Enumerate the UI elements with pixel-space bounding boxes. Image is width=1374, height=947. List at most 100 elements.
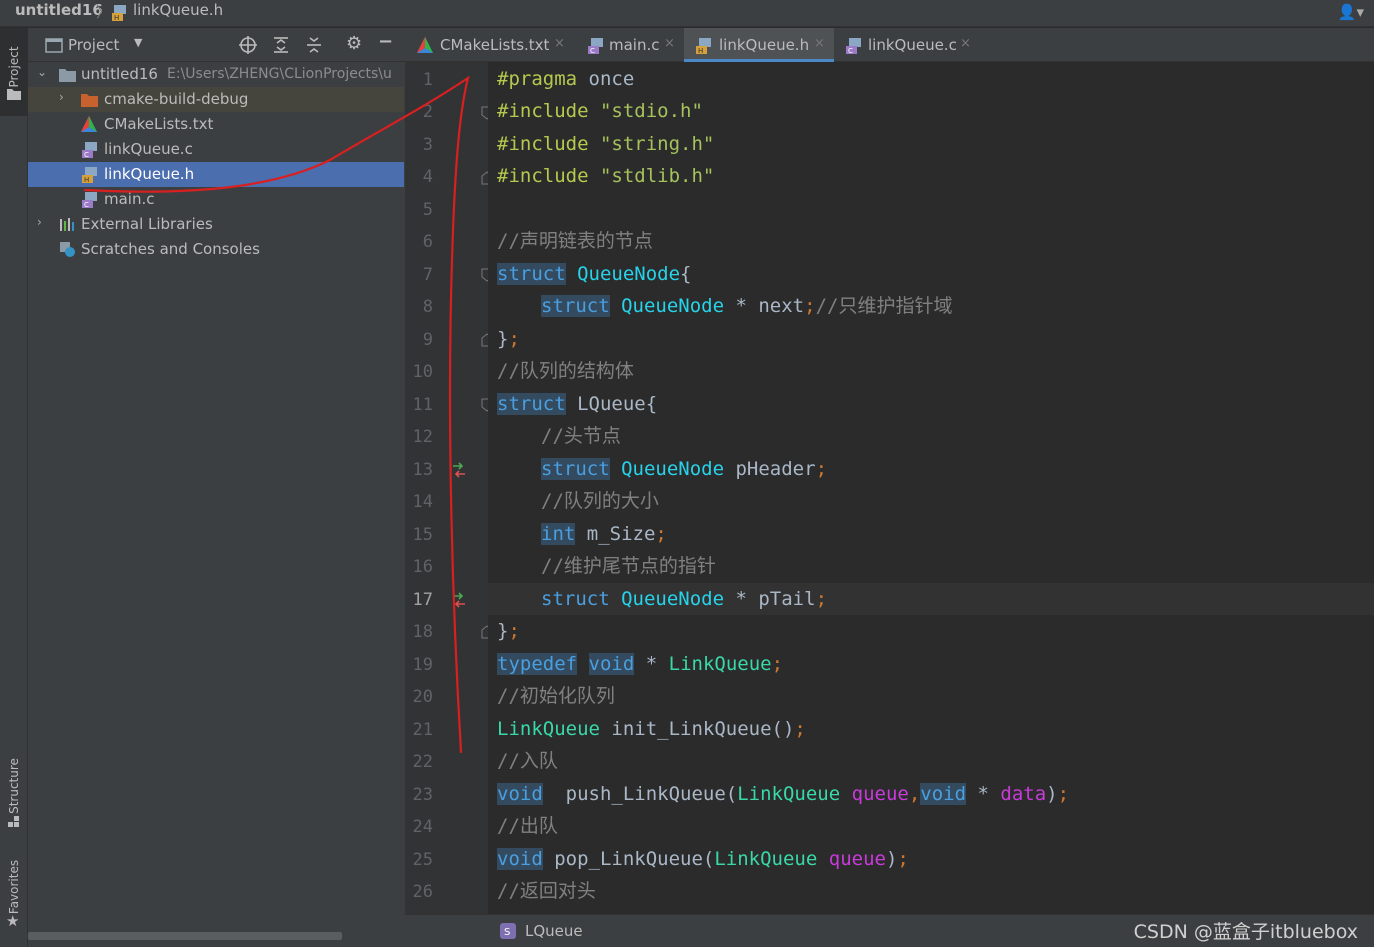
code-line-1[interactable]: #pragma once <box>497 64 634 94</box>
close-icon[interactable]: × <box>960 36 971 51</box>
code-line-2[interactable]: #include "stdio.h" <box>497 96 703 126</box>
tree-item-linkqueue-c[interactable]: C linkQueue.c <box>28 137 404 162</box>
user-account-icon[interactable]: 👤▾ <box>1338 3 1364 21</box>
line-number: 12 <box>412 427 433 447</box>
line-number: 13 <box>412 460 433 480</box>
tree-item-external-libraries[interactable]: › External Libraries <box>28 212 404 237</box>
chevron-down-icon[interactable]: ⌄ <box>37 65 47 79</box>
navigation-bar: untitled16 〉 H linkQueue.h 👤▾ <box>0 0 1374 27</box>
code-line-18[interactable]: }; <box>497 616 520 646</box>
svg-text:H: H <box>698 47 703 54</box>
code-line-17[interactable]: struct QueueNode * pTail; <box>541 584 827 614</box>
project-tool-tab[interactable]: Project <box>0 28 28 116</box>
h-file-icon: H <box>82 167 97 183</box>
line-number: 9 <box>422 330 433 350</box>
code-line-13[interactable]: struct QueueNode pHeader; <box>541 454 827 484</box>
project-view-title[interactable]: Project <box>68 36 119 54</box>
tree-item-cmake-build-debug[interactable]: › cmake-build-debug <box>28 87 404 112</box>
tree-item-scratches[interactable]: Scratches and Consoles <box>28 237 404 262</box>
code-line-4[interactable]: #include "stdlib.h" <box>497 161 714 191</box>
close-icon[interactable]: × <box>664 36 675 51</box>
breadcrumb-separator: 〉 <box>96 3 112 21</box>
code-line-19[interactable]: typedef void * LinkQueue; <box>497 649 783 679</box>
project-tool-label: Project <box>7 46 21 88</box>
hide-panel-icon[interactable]: − <box>378 31 393 52</box>
code-line-23[interactable]: void push_LinkQueue(LinkQueue queue,void… <box>497 779 1069 809</box>
orange-folder-icon <box>81 94 98 107</box>
folder-icon <box>7 89 21 100</box>
line-number: 26 <box>412 882 433 902</box>
c-file-icon: C <box>588 38 603 54</box>
horizontal-scrollbar[interactable] <box>28 932 342 940</box>
breadcrumb-project[interactable]: untitled16 <box>15 1 103 19</box>
line-number: 10 <box>412 362 433 382</box>
library-icon <box>60 218 74 231</box>
code-line-24[interactable]: //出队 <box>497 811 558 841</box>
code-line-22[interactable]: //入队 <box>497 746 558 776</box>
context-struct[interactable]: LQueue <box>525 922 583 940</box>
structure-tool-tab[interactable]: Structure <box>0 743 28 833</box>
project-panel: Project ▼ ⚙ − ⌄ untitled16 E:\Users\ZHEN… <box>28 28 405 947</box>
svg-text:C: C <box>84 201 89 208</box>
line-number: 6 <box>422 232 433 252</box>
tree-item-label: Scratches and Consoles <box>81 240 260 258</box>
code-line-11[interactable]: struct LQueue{ <box>497 389 657 419</box>
tree-item-main-c[interactable]: C main.c <box>28 187 404 212</box>
watermark: CSDN @蓝盒子itbluebox <box>1133 921 1358 943</box>
code-line-26[interactable]: //返回对头 <box>497 876 596 906</box>
code-line-15[interactable]: int m_Size; <box>541 519 667 549</box>
expand-all-icon[interactable] <box>272 36 290 54</box>
code-line-25[interactable]: void pop_LinkQueue(LinkQueue queue); <box>497 844 909 874</box>
tree-item-linkqueue-h[interactable]: H linkQueue.h <box>28 162 404 187</box>
line-number: 19 <box>412 655 433 675</box>
code-line-3[interactable]: #include "string.h" <box>497 129 714 159</box>
c-file-icon: C <box>82 142 97 158</box>
tab-linkqueue-c[interactable]: C linkQueue.c × <box>835 28 975 62</box>
gear-icon[interactable]: ⚙ <box>346 33 362 54</box>
code-line-16[interactable]: //维护尾节点的指针 <box>541 551 716 581</box>
tab-cmakelists[interactable]: CMakeLists.txt × <box>405 28 573 62</box>
close-icon[interactable]: × <box>554 36 565 51</box>
close-icon[interactable]: × <box>814 36 825 51</box>
code-line-21[interactable]: LinkQueue init_LinkQueue(); <box>497 714 806 744</box>
tree-item-label: linkQueue.c <box>104 140 193 158</box>
line-number: 11 <box>412 395 433 415</box>
code-editor[interactable]: #pragma once #include "stdio.h" #include… <box>488 62 1374 914</box>
c-file-icon: C <box>82 192 97 208</box>
tree-item-label: cmake-build-debug <box>104 90 249 108</box>
structure-tool-label: Structure <box>7 758 21 814</box>
breadcrumb-file[interactable]: linkQueue.h <box>133 1 223 19</box>
editor-tab-bar: CMakeLists.txt × C main.c × H linkQueue.… <box>405 28 1374 62</box>
code-line-9[interactable]: }; <box>497 324 520 354</box>
line-number: 22 <box>412 752 433 772</box>
locate-icon[interactable] <box>239 36 257 54</box>
collapse-all-icon[interactable] <box>305 36 323 54</box>
cmake-icon <box>81 116 97 132</box>
code-line-8[interactable]: struct QueueNode * next;//只维护指针域 <box>541 291 952 321</box>
line-number: 3 <box>422 135 433 155</box>
tab-linkqueue-h[interactable]: H linkQueue.h × <box>684 28 834 62</box>
line-number: 4 <box>422 167 433 187</box>
svg-text:H: H <box>84 176 89 183</box>
line-number: 14 <box>412 492 433 512</box>
tab-label: linkQueue.c <box>868 36 957 54</box>
editor-gutter[interactable]: 1 2 3 4 5 6 7 8 9 10 11 12 13 14 15 16 1… <box>405 62 493 914</box>
tab-main-c[interactable]: C main.c × <box>575 28 683 62</box>
tool-window-stripe: Project Structure Favorites ★ <box>0 28 28 947</box>
code-line-6[interactable]: //声明链表的节点 <box>497 226 653 256</box>
navigate-implementation-icon[interactable] <box>451 462 467 478</box>
code-line-10[interactable]: //队列的结构体 <box>497 356 634 386</box>
code-line-7[interactable]: struct QueueNode{ <box>497 259 692 289</box>
code-line-12[interactable]: //头节点 <box>541 421 621 451</box>
chevron-right-icon[interactable]: › <box>37 215 42 229</box>
line-number: 5 <box>422 200 433 220</box>
chevron-right-icon[interactable]: › <box>59 90 64 104</box>
view-dropdown-icon[interactable]: ▼ <box>134 36 142 49</box>
code-line-20[interactable]: //初始化队列 <box>497 681 615 711</box>
svg-text:C: C <box>848 47 853 54</box>
favorites-tool-tab[interactable]: Favorites ★ <box>0 848 28 938</box>
code-line-14[interactable]: //队列的大小 <box>541 486 659 516</box>
navigate-implementation-icon[interactable] <box>451 592 467 608</box>
tree-item-root[interactable]: ⌄ untitled16 E:\Users\ZHENG\CLionProject… <box>28 62 404 87</box>
tree-item-cmakelists[interactable]: CMakeLists.txt <box>28 112 404 137</box>
